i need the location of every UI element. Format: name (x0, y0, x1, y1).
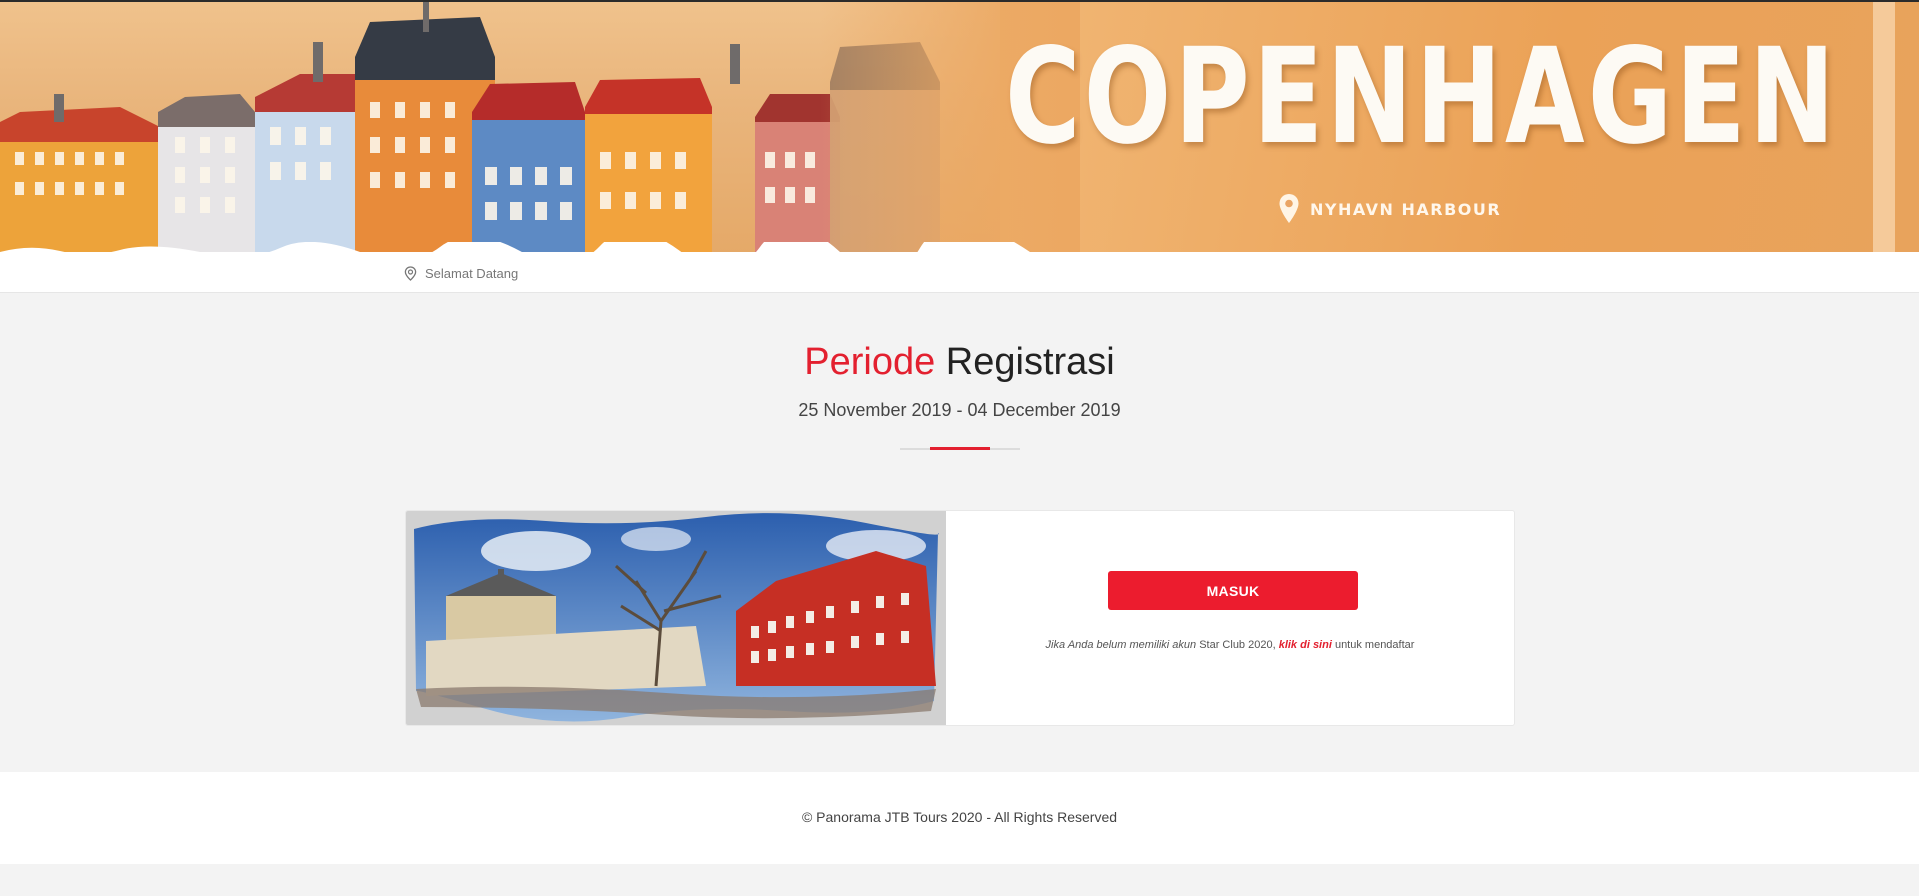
registration-date-range: 25 November 2019 - 04 December 2019 (798, 400, 1121, 420)
breadcrumb-bar: Selamat Datang (0, 252, 1919, 293)
footer: © Panorama JTB Tours 2020 - All Rights R… (0, 772, 1919, 864)
breadcrumb: Selamat Datang (404, 263, 518, 283)
page-title-rest: Registrasi (935, 341, 1115, 383)
login-button[interactable]: MASUK (1108, 571, 1358, 610)
banner-snow-edge (0, 242, 1030, 252)
banner-subtitle: NYHAVN HARBOUR (1278, 191, 1501, 227)
register-note-prefix: Jika Anda belum memiliki akun (1045, 639, 1197, 651)
register-note-suffix: untuk mendaftar (1331, 639, 1415, 651)
banner-strip (1873, 2, 1895, 252)
breadcrumb-label[interactable]: Selamat Datang (425, 266, 518, 281)
register-note-club: Star Club 2020, (1196, 639, 1279, 651)
register-note: Jika Anda belum memiliki akun Star Club … (946, 639, 1514, 651)
login-panel: MASUK Jika Anda belum memiliki akun Star… (946, 511, 1514, 725)
register-link[interactable]: klik di sini (1279, 639, 1332, 651)
page-title: Periode Registrasi (0, 338, 1919, 386)
banner-title: COPENHAGEN (1005, 20, 1839, 174)
map-pin-icon (1279, 194, 1299, 223)
footer-copyright: © Panorama JTB Tours 2020 - All Rights R… (801, 809, 1118, 825)
painting-illustration (414, 513, 939, 722)
page-title-accent: Periode (804, 341, 936, 383)
login-card: MASUK Jika Anda belum memiliki akun Star… (405, 510, 1515, 726)
hero-banner: COPENHAGEN NYHAVN HARBOUR (0, 0, 1919, 252)
copenhagen-painting-image (406, 511, 946, 725)
title-divider-accent (930, 447, 990, 450)
banner-subtitle-text: NYHAVN HARBOUR (1310, 199, 1502, 219)
location-icon (404, 265, 417, 281)
